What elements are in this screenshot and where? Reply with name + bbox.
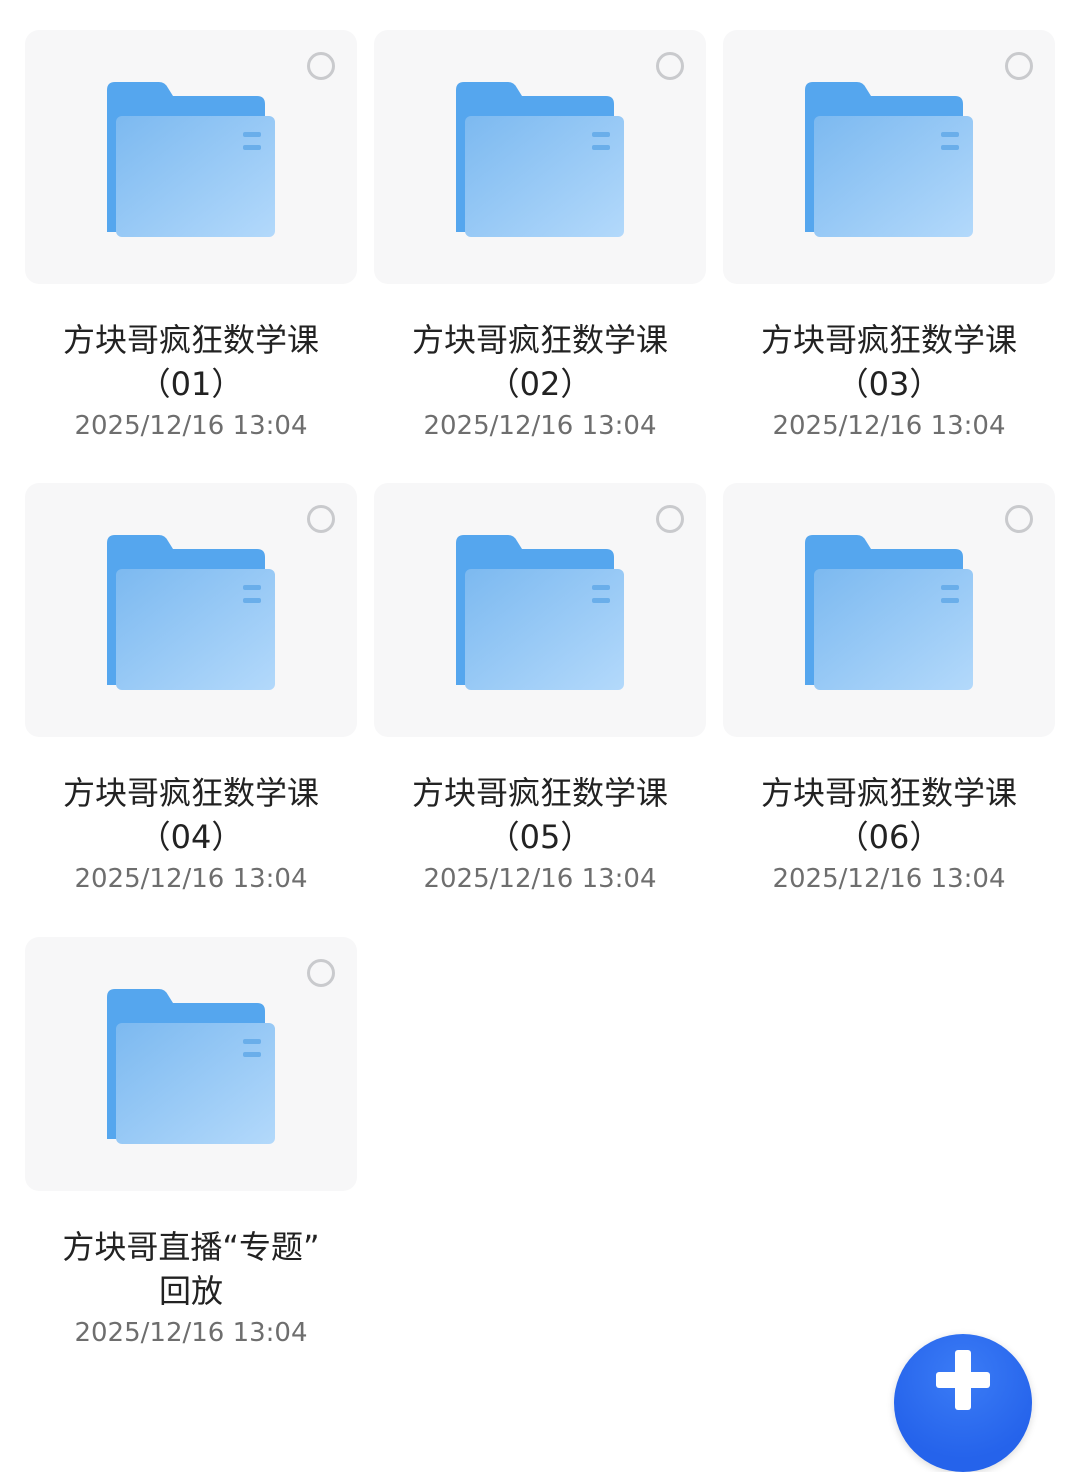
folder-name: 方块哥疯狂数学课 （01）: [62, 321, 319, 403]
folder-item[interactable]: 方块哥疯狂数学课 （03） 2025/12/16 13:04: [723, 30, 1055, 446]
folder-thumbnail[interactable]: [374, 483, 706, 737]
selection-circle-icon[interactable]: [1005, 52, 1033, 80]
folder-icon: [456, 535, 624, 690]
folder-name: 方块哥疯狂数学课 （02）: [411, 321, 668, 403]
folder-thumbnail[interactable]: [723, 483, 1055, 737]
folder-icon: [805, 535, 973, 690]
folder-icon: [107, 82, 275, 237]
folder-thumbnail[interactable]: [25, 483, 357, 737]
folder-item[interactable]: 方块哥直播“专题” 回放 2025/12/16 13:04: [25, 937, 357, 1353]
selection-circle-icon[interactable]: [307, 505, 335, 533]
folder-icon: [805, 82, 973, 237]
folder-thumbnail[interactable]: [723, 30, 1055, 284]
folder-date: 2025/12/16 13:04: [772, 864, 1006, 894]
folder-name: 方块哥疯狂数学课 （06）: [760, 774, 1017, 856]
folder-item[interactable]: 方块哥疯狂数学课 （02） 2025/12/16 13:04: [374, 30, 706, 446]
selection-circle-icon[interactable]: [1005, 505, 1033, 533]
folder-date: 2025/12/16 13:04: [74, 864, 308, 894]
folder-name: 方块哥疯狂数学课 （04）: [62, 774, 319, 856]
folder-icon: [107, 989, 275, 1144]
folder-name: 方块哥直播“专题” 回放: [62, 1228, 320, 1310]
folder-item[interactable]: 方块哥疯狂数学课 （05） 2025/12/16 13:04: [374, 483, 706, 899]
folder-icon: [107, 535, 275, 690]
selection-circle-icon[interactable]: [307, 52, 335, 80]
folder-date: 2025/12/16 13:04: [74, 1318, 308, 1348]
folder-item[interactable]: 方块哥疯狂数学课 （01） 2025/12/16 13:04: [25, 30, 357, 446]
folder-thumbnail[interactable]: [374, 30, 706, 284]
folder-name: 方块哥疯狂数学课 （05）: [411, 774, 668, 856]
folder-name: 方块哥疯狂数学课 （03）: [760, 321, 1017, 403]
folder-item[interactable]: 方块哥疯狂数学课 （04） 2025/12/16 13:04: [25, 483, 357, 899]
folder-grid: 方块哥疯狂数学课 （01） 2025/12/16 13:04 方块哥疯狂数学课 …: [0, 0, 1080, 1404]
folder-date: 2025/12/16 13:04: [423, 411, 657, 441]
folder-icon: [456, 82, 624, 237]
folder-date: 2025/12/16 13:04: [772, 411, 1006, 441]
folder-item[interactable]: 方块哥疯狂数学课 （06） 2025/12/16 13:04: [723, 483, 1055, 899]
add-button[interactable]: [894, 1334, 1032, 1472]
folder-thumbnail[interactable]: [25, 937, 357, 1191]
folder-date: 2025/12/16 13:04: [423, 864, 657, 894]
folder-date: 2025/12/16 13:04: [74, 411, 308, 441]
selection-circle-icon[interactable]: [656, 52, 684, 80]
selection-circle-icon[interactable]: [656, 505, 684, 533]
folder-thumbnail[interactable]: [25, 30, 357, 284]
selection-circle-icon[interactable]: [307, 959, 335, 987]
